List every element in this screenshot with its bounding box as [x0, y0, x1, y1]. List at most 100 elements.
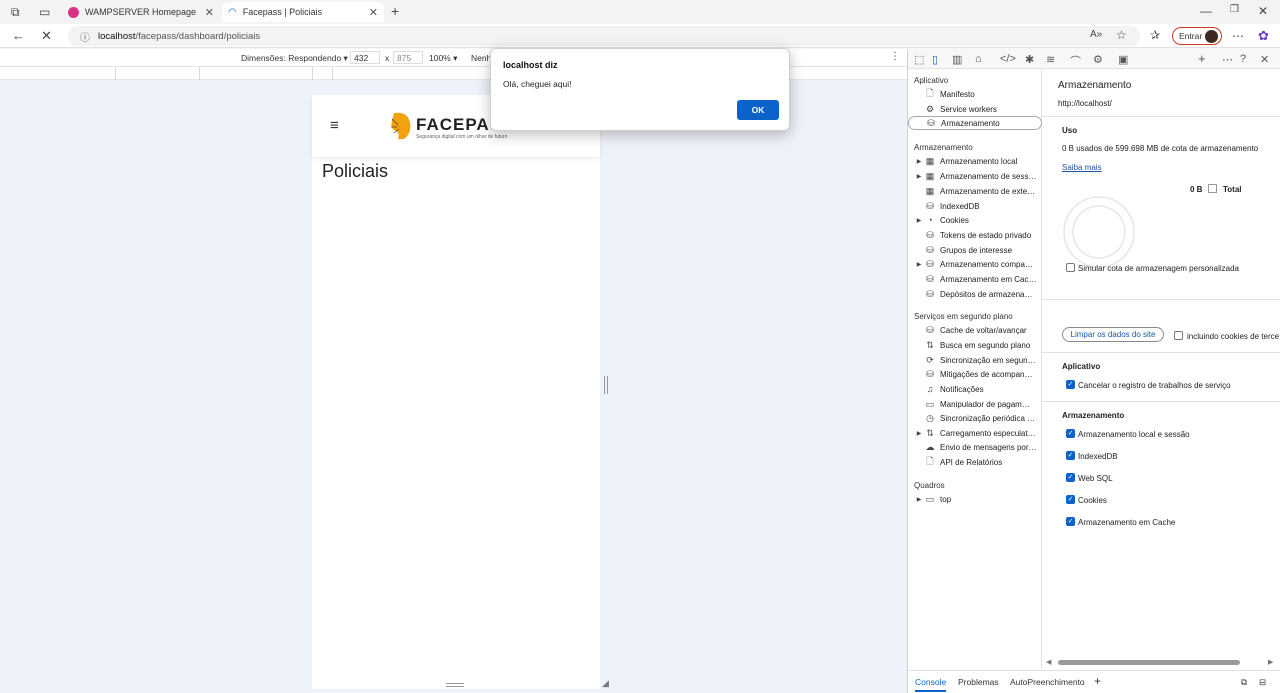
nav-item-private-state-tokens[interactable]: ⛁ Tokens de estado privado: [908, 228, 1042, 242]
nav-item-speculative-loads[interactable]: ▶ ⇅ Carregamento especulat…: [908, 426, 1042, 440]
new-tab-icon[interactable]: +: [391, 4, 399, 18]
more-options-icon[interactable]: ⋯: [1232, 30, 1244, 42]
expand-arrow-icon[interactable]: ▶: [914, 158, 924, 165]
copilot-icon[interactable]: ✿: [1258, 29, 1269, 42]
device-more-icon[interactable]: ⋮: [890, 51, 900, 62]
scroll-right-icon[interactable]: ▶: [1268, 658, 1273, 666]
dock-drawer-icon[interactable]: ⧉: [1241, 677, 1247, 688]
nav-item-notifications[interactable]: ♫ Notificações: [908, 382, 1042, 396]
resize-handle-right[interactable]: [604, 376, 608, 394]
close-drawer-icon[interactable]: ⊟: [1259, 677, 1266, 688]
stop-icon[interactable]: ✕: [41, 29, 52, 42]
nav-item-background-sync[interactable]: ⟳ Sincronização em segun…: [908, 353, 1042, 367]
back-icon[interactable]: ←: [12, 29, 25, 42]
cache-storage-checkbox[interactable]: ✓: [1066, 517, 1075, 526]
throttle-select[interactable]: Nenh: [471, 53, 491, 63]
simulate-quota-checkbox[interactable]: [1066, 263, 1075, 272]
nav-item-bounce-tracking[interactable]: ⛁ Mitigações de acompan…: [908, 367, 1042, 381]
ok-button[interactable]: OK: [737, 100, 779, 120]
expand-arrow-icon[interactable]: ▶: [914, 496, 924, 503]
nav-item-armazenamento[interactable]: ⛁ Armazenamento: [908, 116, 1042, 130]
indexeddb-checkbox[interactable]: ✓: [1066, 451, 1075, 460]
close-devtools-icon[interactable]: ✕: [1260, 53, 1269, 66]
nav-item-extension-storage[interactable]: ▦ Armazenamento de exte…: [908, 184, 1042, 198]
nav-item-reporting-api[interactable]: 🗋 API de Relatórios: [908, 455, 1042, 469]
favorites-icon[interactable]: ✰: [1150, 29, 1160, 41]
favorite-star-icon[interactable]: ☆: [1116, 29, 1127, 41]
nav-item-session-storage[interactable]: ▶ ▦ Armazenamento de sess…: [908, 169, 1042, 183]
width-input[interactable]: 432: [350, 51, 380, 64]
clear-site-data-button[interactable]: Limpar os dados do site: [1062, 327, 1164, 342]
close-window-icon[interactable]: ✕: [1258, 5, 1268, 17]
tab-facepass[interactable]: ◠ Facepass | Policiais ✕: [222, 2, 384, 22]
tab-console[interactable]: Console: [915, 677, 947, 692]
ruler-segment[interactable]: [200, 67, 313, 80]
nav-item-manifesto[interactable]: 🗋 Manifesto: [908, 87, 1042, 101]
tab-wampserver[interactable]: WAMPSERVER Homepage ✕: [62, 2, 220, 22]
resize-corner-icon[interactable]: ◢: [602, 678, 609, 689]
expand-arrow-icon[interactable]: ▶: [914, 173, 924, 180]
ruler-segment[interactable]: [0, 67, 116, 80]
storage-check-label: Cookies: [1078, 496, 1107, 505]
resize-handle-bottom[interactable]: [446, 683, 464, 687]
device-emulation-icon[interactable]: ▯: [932, 53, 938, 66]
dimensions-select[interactable]: Dimensões: Respondendo ▾: [241, 53, 348, 64]
sign-in-button[interactable]: Entrar: [1172, 27, 1222, 45]
network-icon[interactable]: ≋: [1046, 53, 1055, 66]
sources-icon[interactable]: ✱: [1025, 53, 1034, 66]
hamburger-menu-icon[interactable]: ≡: [330, 117, 339, 134]
nav-item-bfcache[interactable]: ⛁ Cache de voltar/avançar: [908, 323, 1042, 337]
application-icon[interactable]: ▣: [1118, 53, 1128, 66]
nav-item-service-workers[interactable]: ⚙ Service workers: [908, 102, 1042, 116]
close-tab-icon[interactable]: ✕: [205, 6, 214, 19]
zoom-select[interactable]: 100% ▾: [429, 53, 457, 64]
read-aloud-icon[interactable]: A»: [1090, 30, 1102, 40]
nav-item-push-messaging[interactable]: ☁ Envio de mensagens por…: [908, 440, 1042, 454]
nav-item-background-fetch[interactable]: ⇅ Busca em segundo plano: [908, 338, 1042, 352]
local-session-checkbox[interactable]: ✓: [1066, 429, 1075, 438]
add-drawer-tab-icon[interactable]: +: [1094, 674, 1101, 688]
nav-item-frame-top[interactable]: ▶ ▭ top: [908, 492, 1042, 506]
nav-item-cache-storage[interactable]: ⛁ Armazenamento em Cac…: [908, 272, 1042, 286]
tab-actions-icon[interactable]: ▭: [39, 6, 50, 18]
nav-item-indexeddb[interactable]: ⛁ IndexedDB: [908, 199, 1042, 213]
learn-more-link[interactable]: Saiba mais: [1062, 163, 1102, 172]
restore-icon[interactable]: ❐: [1230, 5, 1239, 15]
tab-autopreenchimento[interactable]: AutoPreenchimento: [1010, 677, 1085, 687]
cookies-checkbox[interactable]: ✓: [1066, 495, 1075, 504]
expand-arrow-icon[interactable]: ▶: [914, 261, 924, 268]
welcome-home-icon[interactable]: ⌂: [975, 53, 982, 65]
ruler-segment[interactable]: [116, 67, 200, 80]
dock-icon[interactable]: ▥: [952, 53, 962, 66]
expand-arrow-icon[interactable]: ▶: [914, 430, 924, 437]
minimize-icon[interactable]: —: [1200, 5, 1212, 17]
tab-problemas[interactable]: Problemas: [958, 677, 999, 687]
inspect-icon[interactable]: ⬚: [914, 53, 924, 66]
scroll-left-icon[interactable]: ◀: [1046, 658, 1051, 666]
include-third-party-checkbox[interactable]: [1174, 331, 1183, 340]
help-icon[interactable]: ?: [1240, 53, 1246, 65]
performance-icon[interactable]: ⌒: [1070, 53, 1081, 69]
devtools-more-icon[interactable]: ⋯: [1222, 53, 1233, 66]
url-field[interactable]: ⓘ localhost/facepass/dashboard/policiais: [68, 26, 1140, 46]
site-info-icon[interactable]: ⓘ: [80, 29, 90, 44]
nav-item-storage-buckets[interactable]: ⛁ Depósitos de armazena…: [908, 287, 1042, 301]
elements-icon[interactable]: </>: [1000, 53, 1016, 65]
nav-item-shared-storage[interactable]: ▶ ⛁ Armazenamento compa…: [908, 257, 1042, 271]
add-tool-icon[interactable]: +: [1198, 51, 1206, 66]
unregister-sw-checkbox[interactable]: ✓: [1066, 380, 1075, 389]
expand-arrow-icon[interactable]: ▶: [914, 217, 924, 224]
height-input[interactable]: 875: [393, 51, 423, 64]
horizontal-scrollbar[interactable]: [1058, 660, 1240, 665]
nav-item-local-storage[interactable]: ▶ ▦ Armazenamento local: [908, 154, 1042, 168]
close-tab-icon[interactable]: ✕: [369, 6, 378, 19]
nav-item-payment-handler[interactable]: ▭ Manipulador de pagam…: [908, 397, 1042, 411]
settings-gear-icon[interactable]: ⚙: [1093, 53, 1103, 66]
nav-item-interest-groups[interactable]: ⛁ Grupos de interesse: [908, 243, 1042, 257]
divider: [1042, 352, 1280, 353]
websql-checkbox[interactable]: ✓: [1066, 473, 1075, 482]
nav-item-periodic-sync[interactable]: ◷ Sincronização periódica …: [908, 411, 1042, 425]
workspaces-icon[interactable]: ⧉: [11, 6, 20, 18]
nav-item-cookies[interactable]: ▶ ◔ Cookies: [908, 213, 1042, 227]
ruler-segment[interactable]: [313, 67, 333, 80]
